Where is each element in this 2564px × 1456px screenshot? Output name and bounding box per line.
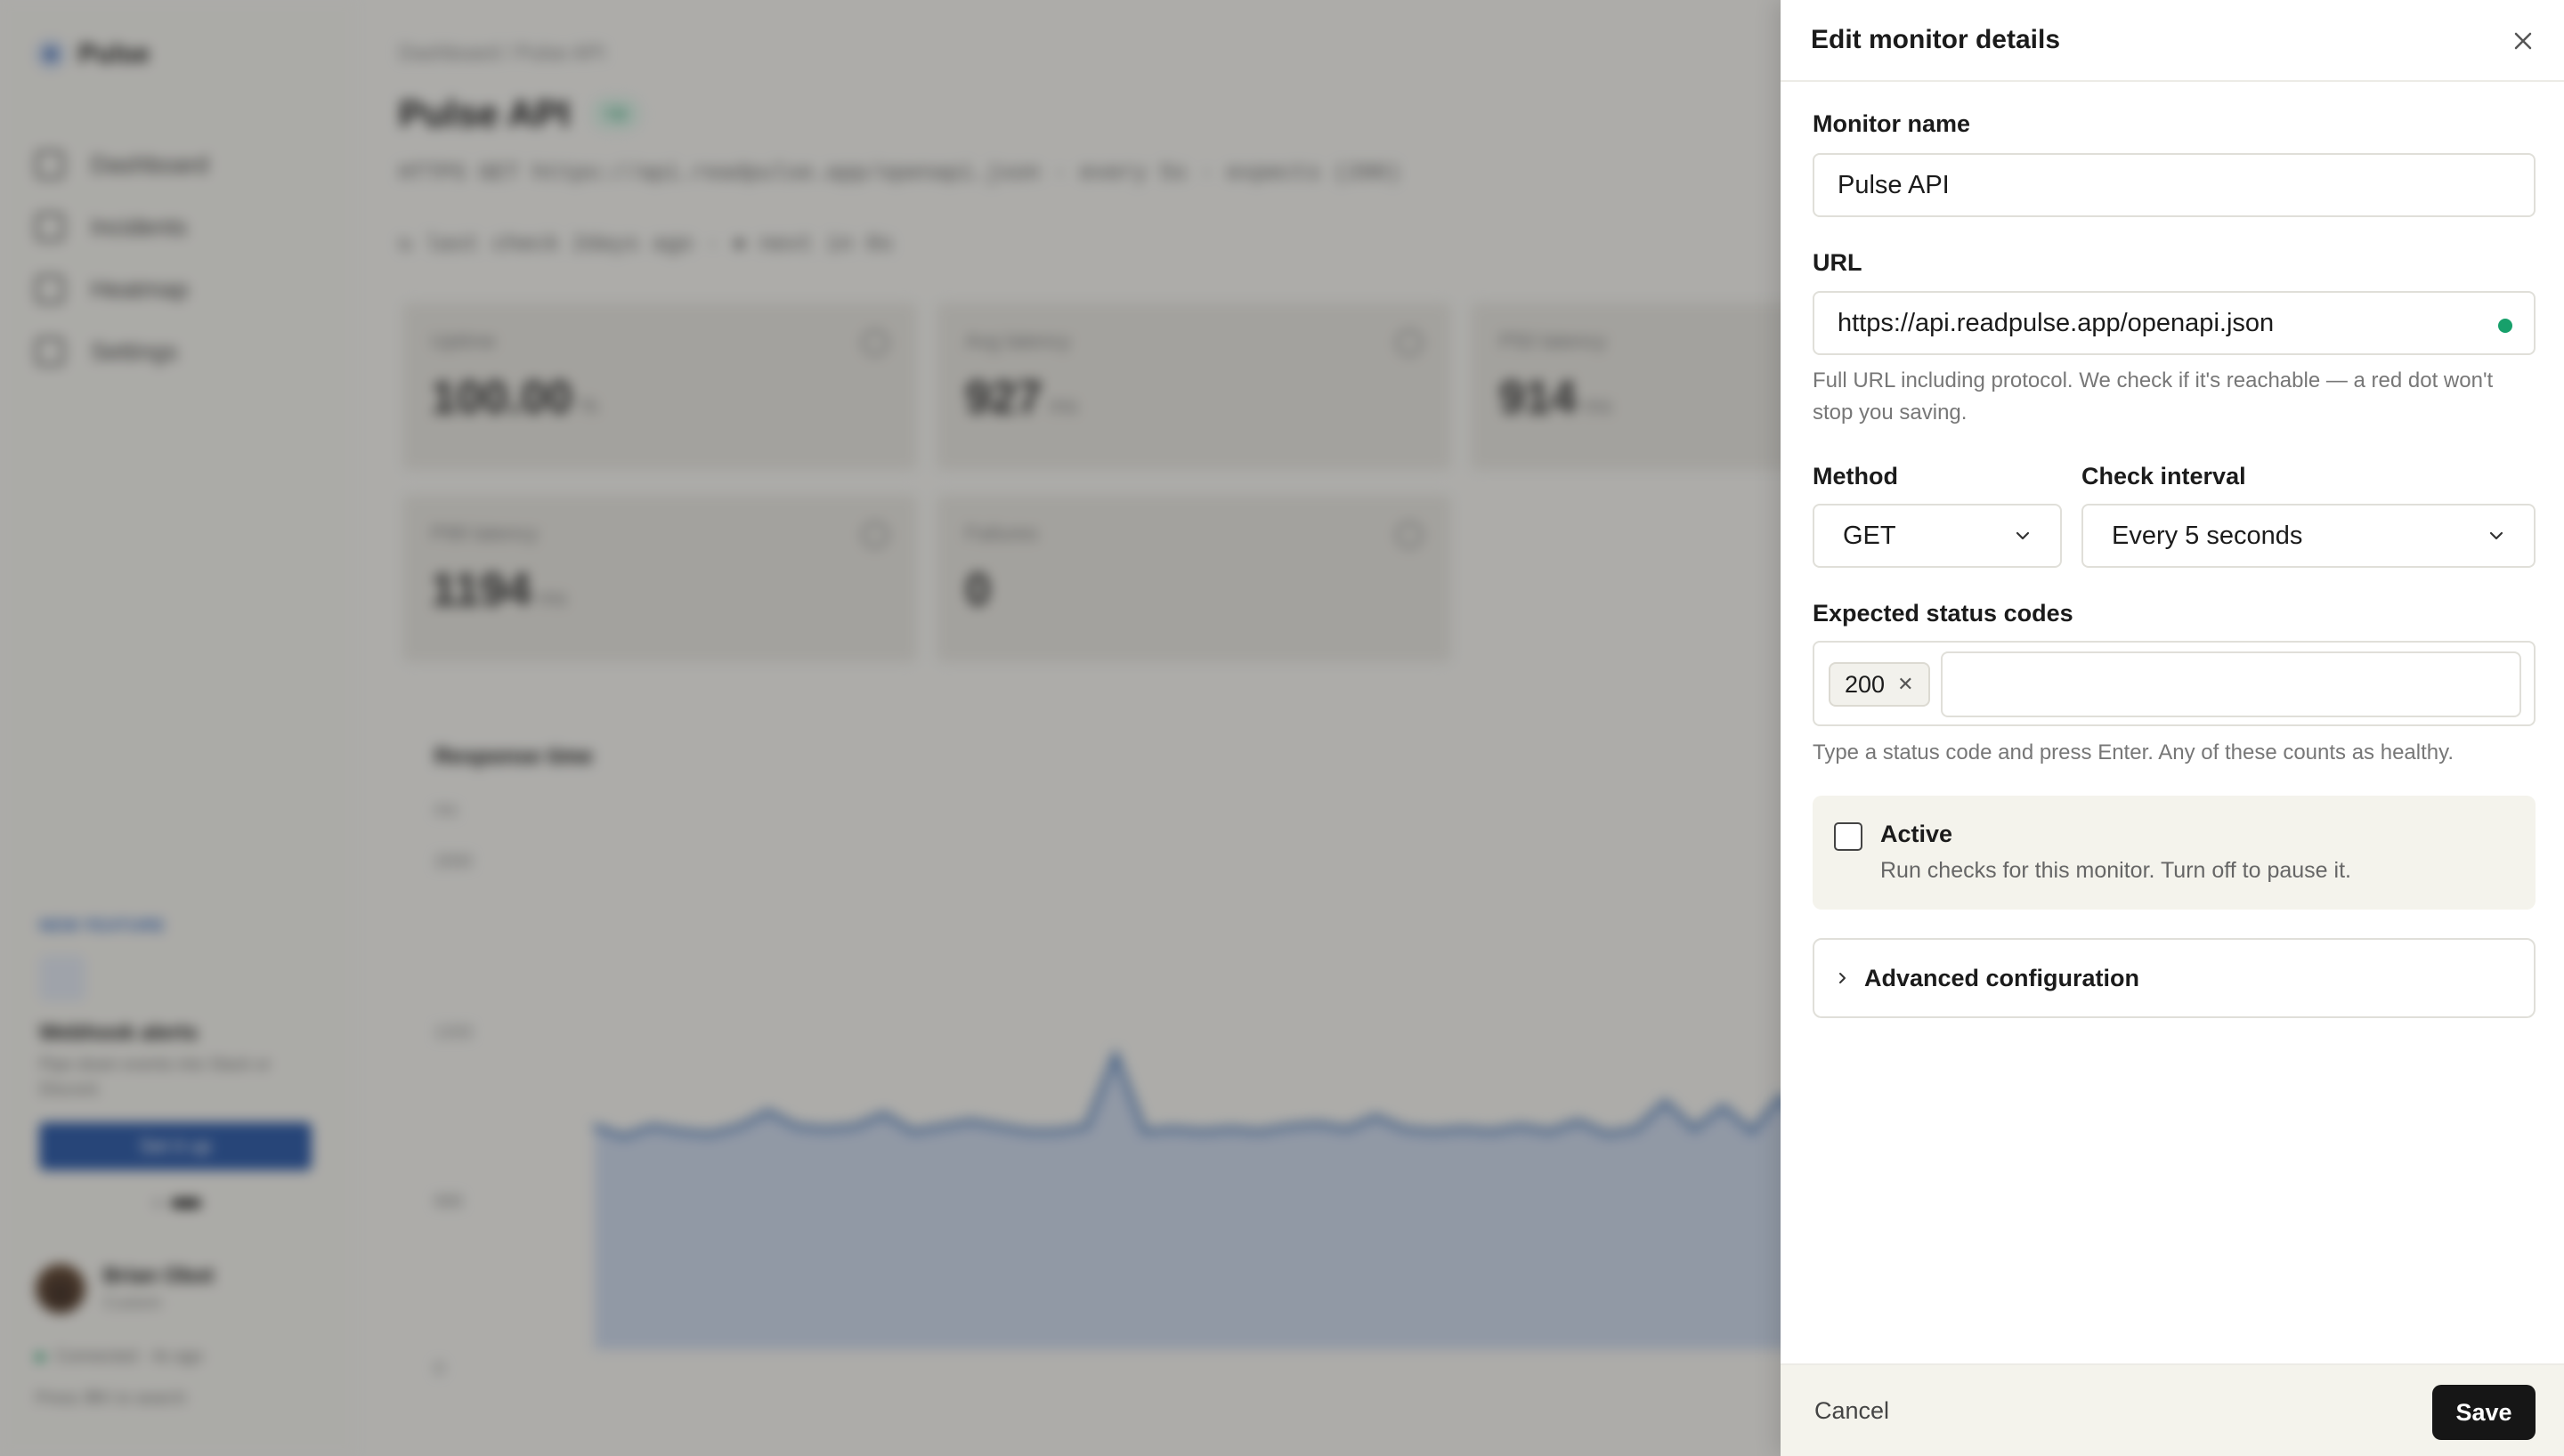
active-checkbox[interactable] — [1834, 822, 1862, 851]
status-codes-help-text: Type a status code and press Enter. Any … — [1813, 740, 2454, 764]
drawer-header: Edit monitor details — [1781, 0, 2564, 82]
cancel-button[interactable]: Cancel — [1814, 1397, 1889, 1425]
url-value: https://api.readpulse.app/openapi.json — [1838, 308, 2275, 337]
drawer-title: Edit monitor details — [1811, 25, 2061, 54]
status-code-chip: 200 ✕ — [1829, 662, 1930, 707]
advanced-configuration-label: Advanced configuration — [1864, 964, 2140, 991]
url-help-text: Full URL including protocol. We check if… — [1813, 368, 2494, 425]
active-label: Active — [1880, 821, 1953, 847]
monitor-name-label: Monitor name — [1813, 110, 1971, 137]
edit-monitor-drawer: Edit monitor details Monitor name Pulse … — [1781, 0, 2564, 1456]
monitor-name-input[interactable]: Pulse API — [1813, 153, 2536, 217]
method-value: GET — [1843, 521, 1896, 550]
advanced-configuration-toggle[interactable]: Advanced configuration — [1813, 938, 2536, 1018]
chevron-right-icon — [1839, 973, 1846, 983]
url-label: URL — [1813, 249, 1862, 276]
monitor-name-value: Pulse API — [1838, 170, 1950, 199]
remove-chip-icon[interactable]: ✕ — [1897, 673, 1913, 696]
url-reachable-indicator — [2498, 319, 2512, 333]
check-interval-value: Every 5 seconds — [2112, 521, 2303, 550]
chevron-down-icon — [2489, 531, 2503, 540]
chevron-down-icon — [2016, 531, 2030, 540]
close-icon[interactable] — [2505, 23, 2541, 59]
save-button[interactable]: Save — [2432, 1385, 2536, 1440]
active-description: Run checks for this monitor. Turn off to… — [1880, 858, 2351, 883]
check-interval-select[interactable]: Every 5 seconds — [2081, 504, 2536, 568]
status-code-input[interactable] — [1941, 651, 2521, 717]
active-toggle-section: Active Run checks for this monitor. Turn… — [1813, 796, 2536, 910]
drawer-footer: Cancel Save — [1781, 1363, 2564, 1456]
method-select[interactable]: GET — [1813, 504, 2062, 568]
url-input[interactable]: https://api.readpulse.app/openapi.json — [1813, 291, 2536, 355]
method-label: Method — [1813, 463, 1898, 489]
check-interval-label: Check interval — [2081, 463, 2246, 489]
status-code-value: 200 — [1845, 670, 1886, 698]
status-codes-field: 200 ✕ — [1813, 641, 2536, 726]
status-codes-label: Expected status codes — [1813, 600, 2073, 627]
